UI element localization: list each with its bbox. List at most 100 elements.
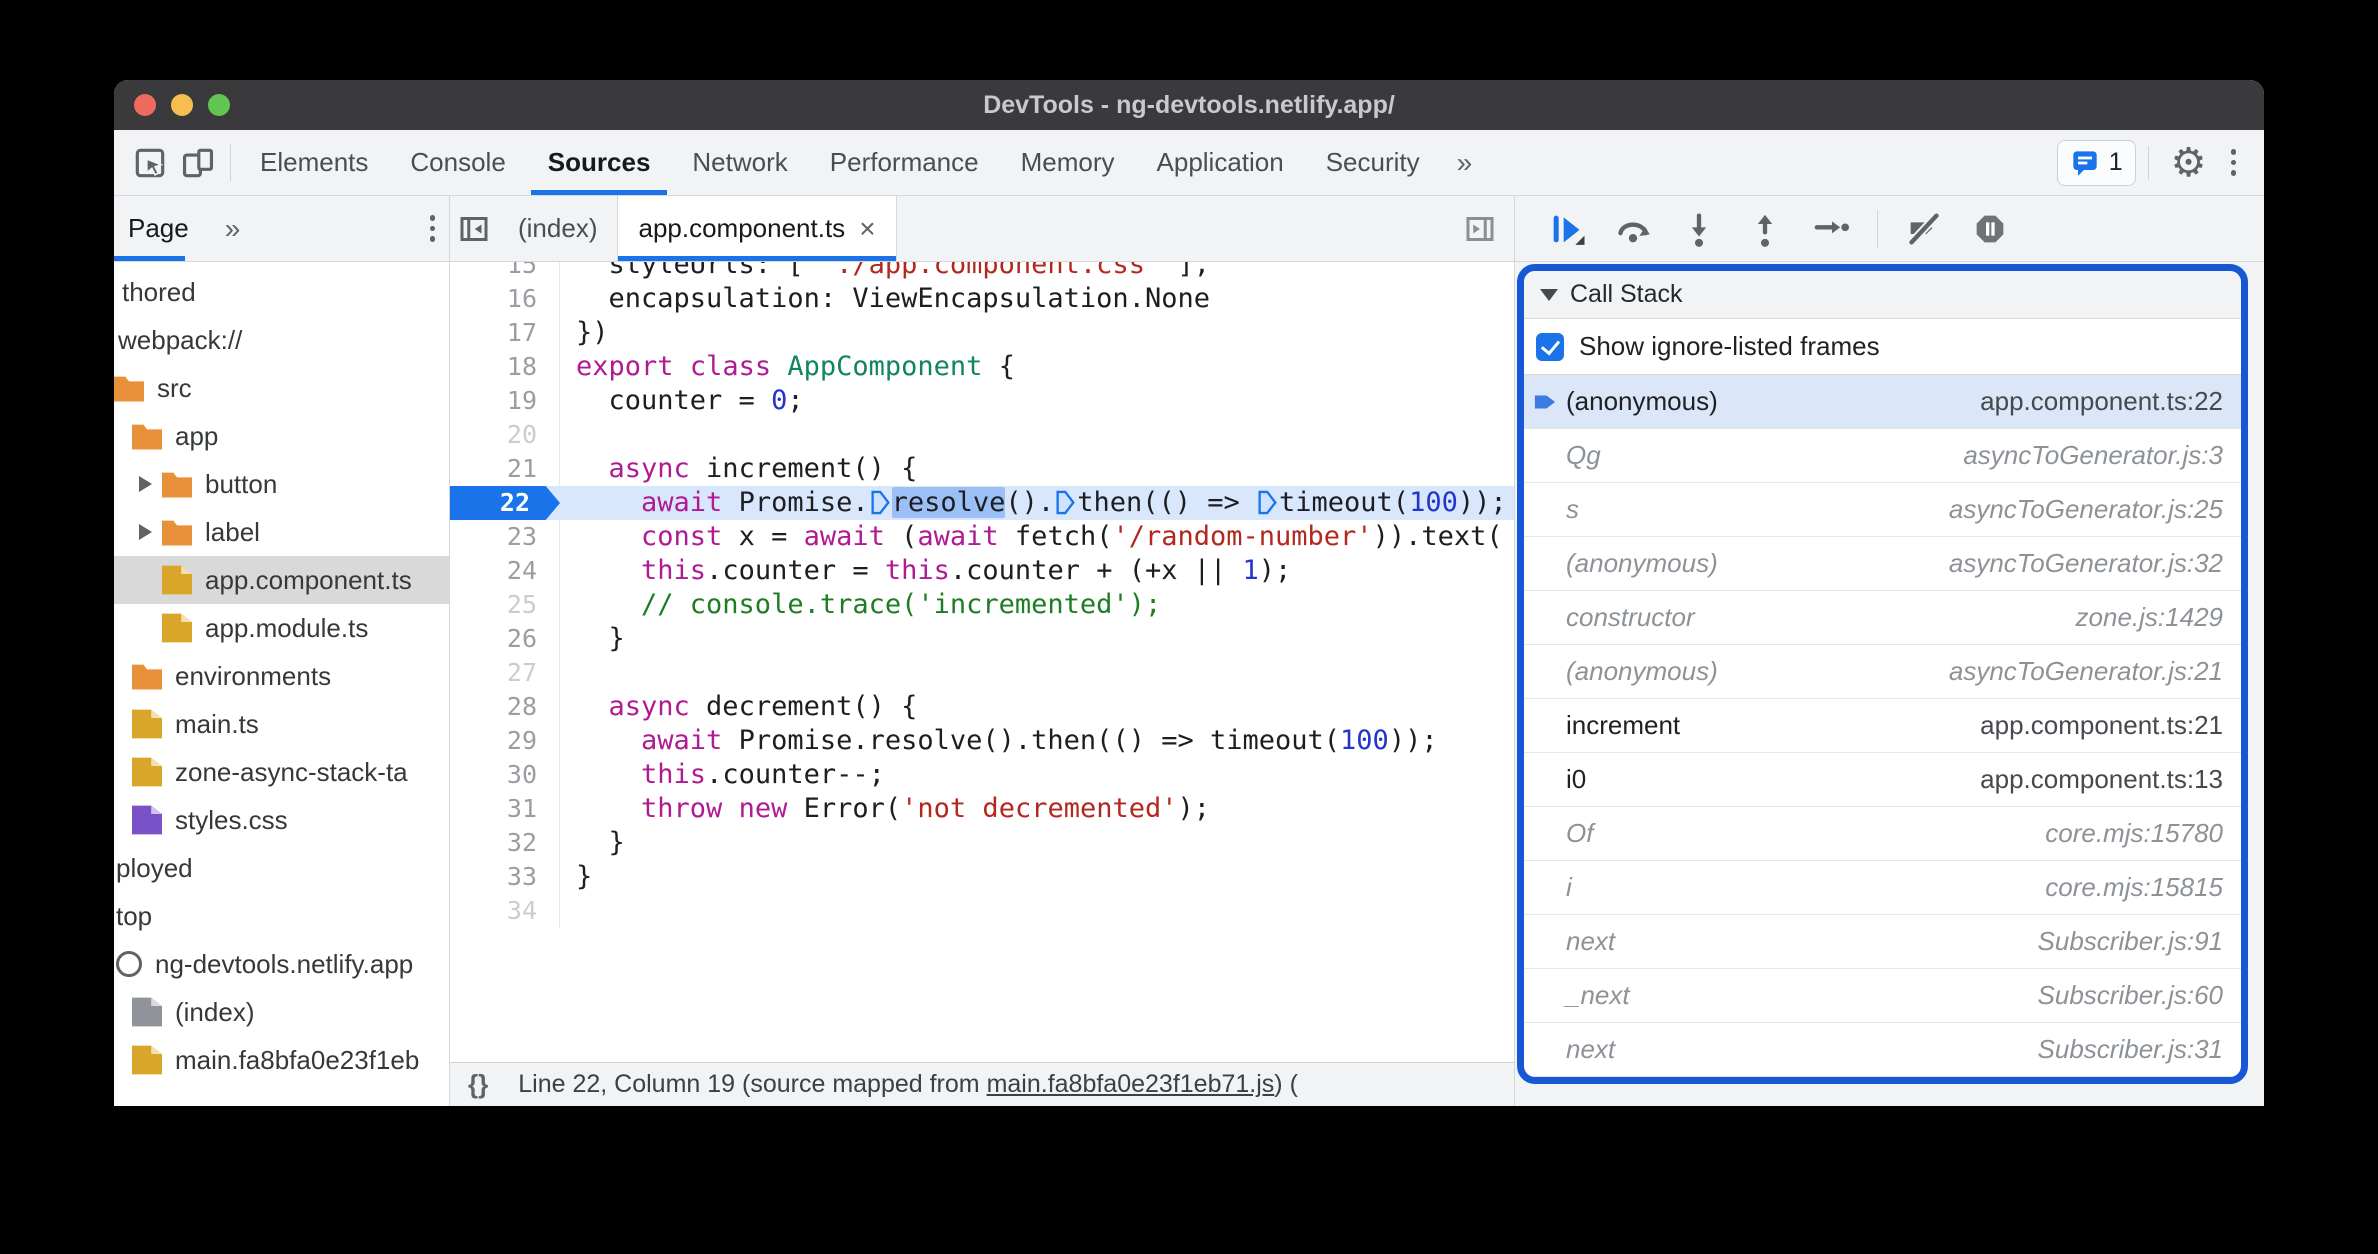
panel-tab-application[interactable]: Application xyxy=(1136,130,1305,195)
frame-location: app.component.ts:21 xyxy=(1980,710,2223,740)
tree-item-webpack[interactable]: webpack:// xyxy=(114,316,449,364)
stack-frame-constructor-4[interactable]: constructor zone.js:1429 xyxy=(1524,591,2241,645)
tree-item-environments[interactable]: environments xyxy=(114,652,449,700)
stack-frame-anonymous-5[interactable]: (anonymous) asyncToGenerator.js:21 xyxy=(1524,645,2241,699)
line-number-gutter[interactable]: 21 xyxy=(450,452,560,486)
tree-item-thored[interactable]: thored xyxy=(114,268,449,316)
line-number-gutter[interactable]: 30 xyxy=(450,758,560,792)
line-number-gutter[interactable]: 33 xyxy=(450,860,560,894)
step-into-button[interactable] xyxy=(1673,203,1725,255)
tree-item-ng-devtools-netlify-app[interactable]: ng-devtools.netlify.app xyxy=(114,940,449,988)
tree-item-main-fa8bfa0e23f1eb[interactable]: main.fa8bfa0e23f1eb xyxy=(114,1036,449,1084)
line-number-gutter[interactable]: 23 xyxy=(450,520,560,554)
async-hop-icon[interactable] xyxy=(1056,490,1076,515)
step-out-button[interactable] xyxy=(1739,203,1791,255)
deactivate-breakpoints-button[interactable] xyxy=(1898,203,1950,255)
line-number-gutter[interactable]: 16 xyxy=(450,282,560,316)
close-tab-icon[interactable]: × xyxy=(859,213,875,245)
line-number-gutter[interactable]: 26 xyxy=(450,622,560,656)
stack-frame-s-2[interactable]: s asyncToGenerator.js:25 xyxy=(1524,483,2241,537)
code-text: const x = await (await fetch('/random-nu… xyxy=(641,521,1503,552)
tree-item-label[interactable]: label xyxy=(114,508,449,556)
tree-item-button[interactable]: button xyxy=(114,460,449,508)
tree-item-top[interactable]: top xyxy=(114,892,449,940)
execution-line-number-badge[interactable]: 22 xyxy=(450,486,560,520)
inspect-element-icon[interactable] xyxy=(126,130,174,195)
step-button[interactable] xyxy=(1805,203,1857,255)
tree-item-zone-async-stack-ta[interactable]: zone-async-stack-ta xyxy=(114,748,449,796)
line-number-gutter[interactable]: 32 xyxy=(450,826,560,860)
panel-tab-security[interactable]: Security xyxy=(1305,130,1441,195)
tree-item-label: app.module.ts xyxy=(205,612,369,643)
navigator-menu-icon[interactable] xyxy=(416,215,450,242)
line-number-gutter[interactable]: 17 xyxy=(450,316,560,350)
tree-item-ployed[interactable]: ployed xyxy=(114,844,449,892)
panel-tab-network[interactable]: Network xyxy=(671,130,808,195)
editor-tab-index[interactable]: (index) xyxy=(498,196,617,261)
stack-frame-next-11[interactable]: _next Subscriber.js:60 xyxy=(1524,969,2241,1023)
resume-script-button[interactable] xyxy=(1541,203,1593,255)
expander-icon[interactable] xyxy=(139,524,152,540)
tree-item-app-component-ts[interactable]: app.component.ts xyxy=(114,556,449,604)
stack-frame-i0-7[interactable]: i0 app.component.ts:13 xyxy=(1524,753,2241,807)
navigator-pane: Page » thored webpack:// src app button label… xyxy=(114,196,450,1106)
tree-item-index[interactable]: (index) xyxy=(114,988,449,1036)
stack-frame-anonymous-3[interactable]: (anonymous) asyncToGenerator.js:32 xyxy=(1524,537,2241,591)
stack-frame-of-8[interactable]: Of core.mjs:15780 xyxy=(1524,807,2241,861)
show-ignore-listed-frames-row[interactable]: Show ignore-listed frames xyxy=(1524,319,2241,375)
console-messages-button[interactable]: 1 xyxy=(2056,139,2136,186)
device-toolbar-icon[interactable] xyxy=(174,130,222,195)
async-hop-icon[interactable] xyxy=(871,490,890,515)
line-number-gutter[interactable]: 25 xyxy=(450,588,560,622)
navigator-tab-page[interactable]: Page xyxy=(114,196,209,261)
line-number-gutter[interactable]: 24 xyxy=(450,554,560,588)
stack-frame-next-12[interactable]: next Subscriber.js:31 xyxy=(1524,1023,2241,1077)
file-icon xyxy=(162,565,192,595)
stack-frame-qg-1[interactable]: Qg asyncToGenerator.js:3 xyxy=(1524,429,2241,483)
navigator-more-tabs-chevron[interactable]: » xyxy=(209,196,257,261)
tree-item-main-ts[interactable]: main.ts xyxy=(114,700,449,748)
hide-navigator-icon[interactable] xyxy=(450,196,498,261)
source-map-link[interactable]: main.fa8bfa0e23f1eb71.js xyxy=(987,1070,1275,1098)
expander-icon[interactable] xyxy=(139,476,152,492)
line-number-gutter[interactable]: 15 xyxy=(450,262,560,282)
async-hop-icon[interactable] xyxy=(1258,490,1277,515)
tree-item-styles-css[interactable]: styles.css xyxy=(114,796,449,844)
frame-location: Subscriber.js:91 xyxy=(2037,926,2223,956)
toolbar-divider xyxy=(1877,209,1878,248)
pause-on-exceptions-button[interactable] xyxy=(1964,203,2016,255)
frame-function-name: i xyxy=(1566,872,1572,902)
stack-frame-i-9[interactable]: i core.mjs:15815 xyxy=(1524,861,2241,915)
settings-gear-icon[interactable]: ⚙ xyxy=(2161,143,2217,183)
tree-item-src[interactable]: src xyxy=(114,364,449,412)
show-debugger-sidebar-icon[interactable] xyxy=(1456,196,1504,261)
stack-frame-increment-6[interactable]: increment app.component.ts:21 xyxy=(1524,699,2241,753)
more-panels-chevron[interactable]: » xyxy=(1441,130,1489,195)
line-number-gutter[interactable]: 29 xyxy=(450,724,560,758)
line-number-gutter[interactable]: 19 xyxy=(450,384,560,418)
panel-tab-performance[interactable]: Performance xyxy=(809,130,1000,195)
line-number-gutter[interactable]: 31 xyxy=(450,792,560,826)
panel-tab-memory[interactable]: Memory xyxy=(1000,130,1136,195)
ignore-listed-checkbox[interactable] xyxy=(1536,332,1564,361)
code-text: async decrement() { xyxy=(608,691,918,722)
line-number-gutter[interactable]: 28 xyxy=(450,690,560,724)
devtools-menu-icon[interactable] xyxy=(2217,149,2251,176)
pretty-print-icon[interactable]: {} xyxy=(468,1069,488,1100)
line-number-gutter[interactable]: 34 xyxy=(450,894,560,928)
line-number-gutter[interactable]: 20 xyxy=(450,418,560,452)
call-stack-header[interactable]: Call Stack xyxy=(1524,271,2241,319)
stack-frame-next-10[interactable]: next Subscriber.js:91 xyxy=(1524,915,2241,969)
tree-item-app[interactable]: app xyxy=(114,412,449,460)
line-number-gutter[interactable]: 18 xyxy=(450,350,560,384)
tree-item-app-module-ts[interactable]: app.module.ts xyxy=(114,604,449,652)
current-frame-arrow-icon xyxy=(1534,395,1556,409)
line-number-gutter[interactable]: 27 xyxy=(450,656,560,690)
stack-frame-anonymous-0[interactable]: (anonymous) app.component.ts:22 xyxy=(1524,375,2241,429)
panel-tab-sources[interactable]: Sources xyxy=(527,130,672,195)
panel-tab-elements[interactable]: Elements xyxy=(239,130,389,195)
code-text: await Promise.resolve().then(() => timeo… xyxy=(641,487,1507,518)
editor-tab-app-component-ts[interactable]: app.component.ts × xyxy=(617,196,897,261)
step-over-button[interactable] xyxy=(1607,203,1659,255)
panel-tab-console[interactable]: Console xyxy=(389,130,526,195)
